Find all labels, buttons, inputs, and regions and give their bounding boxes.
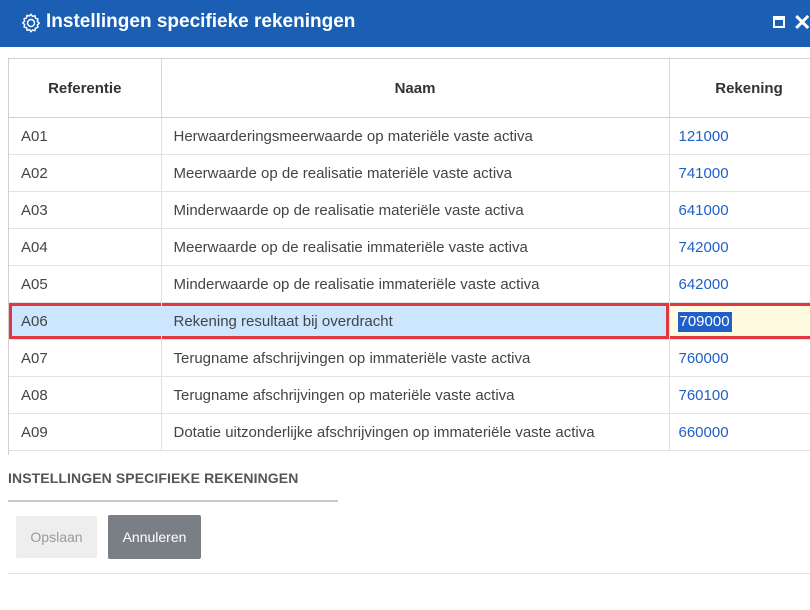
cell-rekening[interactable]: 121000 [669,117,810,155]
dialog-titlebar: Instellingen specifieke rekeningen ✕ [0,0,810,47]
cell-rekening[interactable]: 642000 [669,265,810,303]
table-row[interactable]: A07 Terugname afschrijvingen op immateri… [9,339,810,377]
table-row[interactable]: A08 Terugname afschrijvingen op materiël… [9,376,810,414]
cell-rekening[interactable]: 660000 [669,413,810,451]
cell-rekening[interactable]: 742000 [669,228,810,266]
cell-rekening[interactable]: 741000 [669,154,810,192]
cell-rekening[interactable]: 760000 [669,339,810,377]
cell-rekening-editor[interactable]: 709000 [669,302,810,340]
cell-naam: Meerwaarde op de realisatie materiële va… [161,154,670,192]
cell-referentie: A07 [9,339,162,377]
column-header-referentie[interactable]: Referentie [9,59,162,118]
cancel-button[interactable]: Annuleren [108,515,201,559]
close-icon[interactable]: ✕ [793,9,810,37]
cell-referentie: A02 [9,154,162,192]
accounts-grid: Referentie Naam Rekening A01 Herwaarderi… [8,58,810,455]
table-row[interactable]: A04 Meerwaarde op de realisatie immateri… [9,228,810,266]
section-divider [8,500,338,502]
table-row[interactable]: A03 Minderwaarde op de realisatie materi… [9,191,810,229]
cell-naam: Meerwaarde op de realisatie immateriële … [161,228,670,266]
column-header-rekening[interactable]: Rekening [669,59,810,118]
table-row-selected[interactable]: A06 Rekening resultaat bij overdracht 70… [9,302,810,340]
cell-rekening[interactable]: 641000 [669,191,810,229]
cell-rekening[interactable]: 760100 [669,376,810,414]
cell-referentie: A05 [9,265,162,303]
column-header-naam[interactable]: Naam [161,59,670,118]
section-title: INSTELLINGEN SPECIFIEKE REKENINGEN [8,470,299,486]
maximize-icon[interactable] [773,16,785,28]
cell-referentie: A06 [9,302,162,340]
account-input[interactable]: 709000 [677,312,732,332]
cell-referentie: A03 [9,191,162,229]
cell-naam: Dotatie uitzonderlijke afschrijvingen op… [161,413,670,451]
cell-naam: Herwaarderingsmeerwaarde op materiële va… [161,117,670,155]
cell-referentie: A09 [9,413,162,451]
cell-naam: Terugname afschrijvingen op immateriële … [161,339,670,377]
table-row[interactable]: A02 Meerwaarde op de realisatie materiël… [9,154,810,192]
save-button[interactable]: Opslaan [16,516,97,558]
settings-dialog: Instellingen specifieke rekeningen ✕ Ref… [0,0,810,610]
cell-referentie: A01 [9,117,162,155]
table-row[interactable]: A09 Dotatie uitzonderlijke afschrijvinge… [9,413,810,451]
cell-referentie: A04 [9,228,162,266]
grid-header-row: Referentie Naam Rekening [9,59,810,118]
cell-naam: Terugname afschrijvingen op materiële va… [161,376,670,414]
table-row[interactable]: A05 Minderwaarde op de realisatie immate… [9,265,810,303]
cell-referentie: A08 [9,376,162,414]
dialog-title: Instellingen specifieke rekeningen [46,11,356,32]
gear-icon [20,12,42,34]
footer-area [8,574,810,610]
cell-naam: Minderwaarde op de realisatie immateriël… [161,265,670,303]
cell-naam: Rekening resultaat bij overdracht [161,302,670,340]
cell-naam: Minderwaarde op de realisatie materiële … [161,191,670,229]
table-row[interactable]: A01 Herwaarderingsmeerwaarde op materiël… [9,117,810,155]
